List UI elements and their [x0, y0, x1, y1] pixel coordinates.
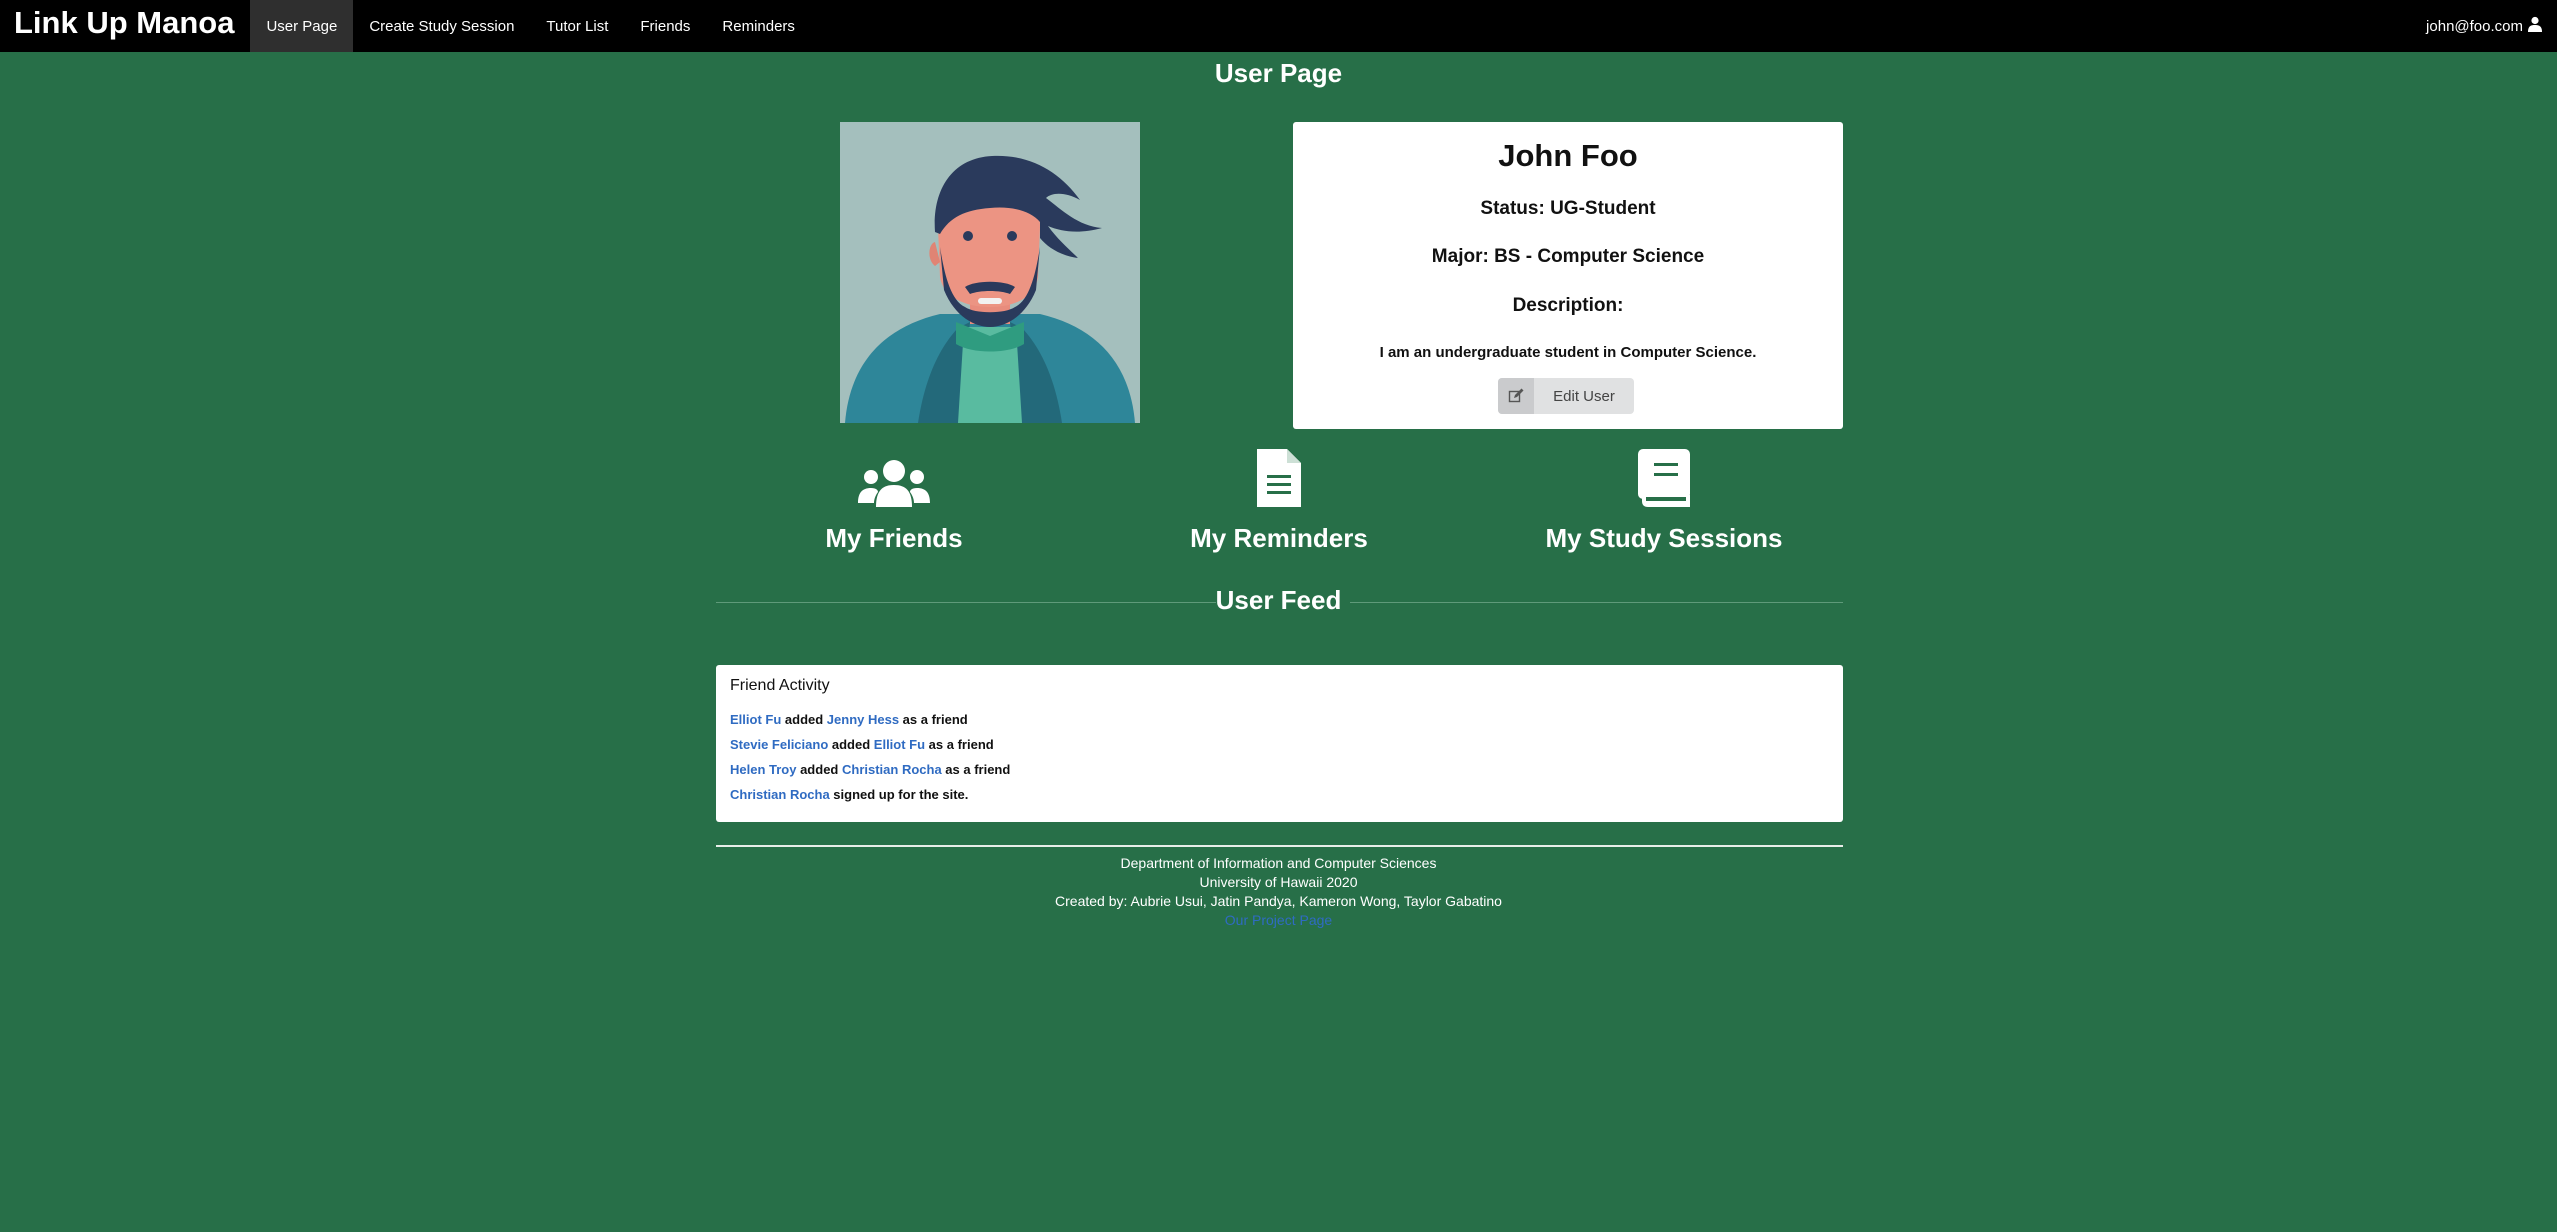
- feed-user-link[interactable]: Christian Rocha: [730, 787, 830, 802]
- user-email[interactable]: john@foo.com: [2426, 18, 2523, 35]
- footer: Department of Information and Computer S…: [0, 854, 2557, 930]
- profile-card: John Foo Status: UG-Student Major: BS - …: [1293, 122, 1843, 429]
- feed-user-link[interactable]: Stevie Feliciano: [730, 737, 828, 752]
- my-friends-link[interactable]: My Friends: [744, 445, 1044, 554]
- feed-user-link[interactable]: Elliot Fu: [730, 712, 781, 727]
- brand-logo[interactable]: Link Up Manoa: [0, 0, 250, 52]
- feed-tail: as a friend: [925, 737, 994, 752]
- page-title: User Page: [1214, 58, 1343, 88]
- edit-user-button[interactable]: Edit User: [1498, 378, 1634, 414]
- nav-friends[interactable]: Friends: [624, 0, 706, 52]
- feed-tail: signed up for the site.: [829, 787, 969, 802]
- edit-icon: [1498, 378, 1534, 414]
- my-reminders-link[interactable]: My Reminders: [1129, 445, 1429, 554]
- my-reminders-label: My Reminders: [1190, 523, 1368, 553]
- nav-create-study-session[interactable]: Create Study Session: [353, 0, 530, 52]
- feed-user-link[interactable]: Helen Troy: [730, 762, 796, 777]
- file-icon: [1129, 445, 1429, 507]
- friend-activity-card: Friend Activity Elliot Fu added Jenny He…: [716, 665, 1843, 822]
- feed-user-link[interactable]: Jenny Hess: [827, 712, 899, 727]
- feed-row: Stevie Feliciano added Elliot Fu as a fr…: [730, 737, 994, 752]
- profile-description-label: Description:: [1512, 295, 1624, 316]
- feed-user-link[interactable]: Christian Rocha: [842, 762, 942, 777]
- feed-verb: added: [796, 762, 842, 777]
- feed-row: Christian Rocha signed up for the site.: [730, 787, 968, 802]
- profile-status: Status: UG-Student: [1480, 198, 1656, 219]
- nav-user-page[interactable]: User Page: [250, 0, 354, 52]
- book-icon: [1514, 445, 1814, 507]
- user-menu[interactable]: john@foo.com: [2426, 0, 2543, 52]
- my-study-sessions-label: My Study Sessions: [1545, 523, 1783, 553]
- user-feed-title: User Feed: [1215, 585, 1342, 615]
- feed-verb: added: [828, 737, 874, 752]
- profile-description: I am an undergraduate student in Compute…: [1379, 344, 1757, 361]
- user-icon: [2527, 16, 2543, 36]
- my-friends-label: My Friends: [825, 523, 963, 553]
- feed-user-link[interactable]: Elliot Fu: [874, 737, 925, 752]
- friend-activity-title: Friend Activity: [730, 677, 830, 694]
- project-page-link[interactable]: Our Project Page: [0, 911, 2557, 930]
- feed-row: Elliot Fu added Jenny Hess as a friend: [730, 712, 968, 727]
- feed-tail: as a friend: [941, 762, 1011, 777]
- nav-reminders[interactable]: Reminders: [706, 0, 811, 52]
- my-study-sessions-link[interactable]: My Study Sessions: [1514, 445, 1814, 554]
- profile-major: Major: BS - Computer Science: [1431, 246, 1705, 267]
- users-icon: [744, 445, 1044, 507]
- footer-credits: Created by: Aubrie Usui, Jatin Pandya, K…: [1055, 893, 1502, 909]
- edit-user-label: Edit User: [1553, 387, 1615, 405]
- feed-verb: added: [781, 712, 827, 727]
- footer-university: University of Hawaii 2020: [1199, 874, 1358, 890]
- nav-tutor-list[interactable]: Tutor List: [530, 0, 624, 52]
- avatar: [840, 122, 1140, 423]
- feed-tail: as a friend: [899, 712, 968, 727]
- footer-department: Department of Information and Computer S…: [1120, 855, 1437, 871]
- top-navbar: Link Up Manoa User Page Create Study Ses…: [0, 0, 2557, 52]
- profile-name: John Foo: [1498, 138, 1638, 173]
- feed-row: Helen Troy added Christian Rocha as a fr…: [730, 762, 1010, 777]
- footer-divider: [716, 845, 1843, 847]
